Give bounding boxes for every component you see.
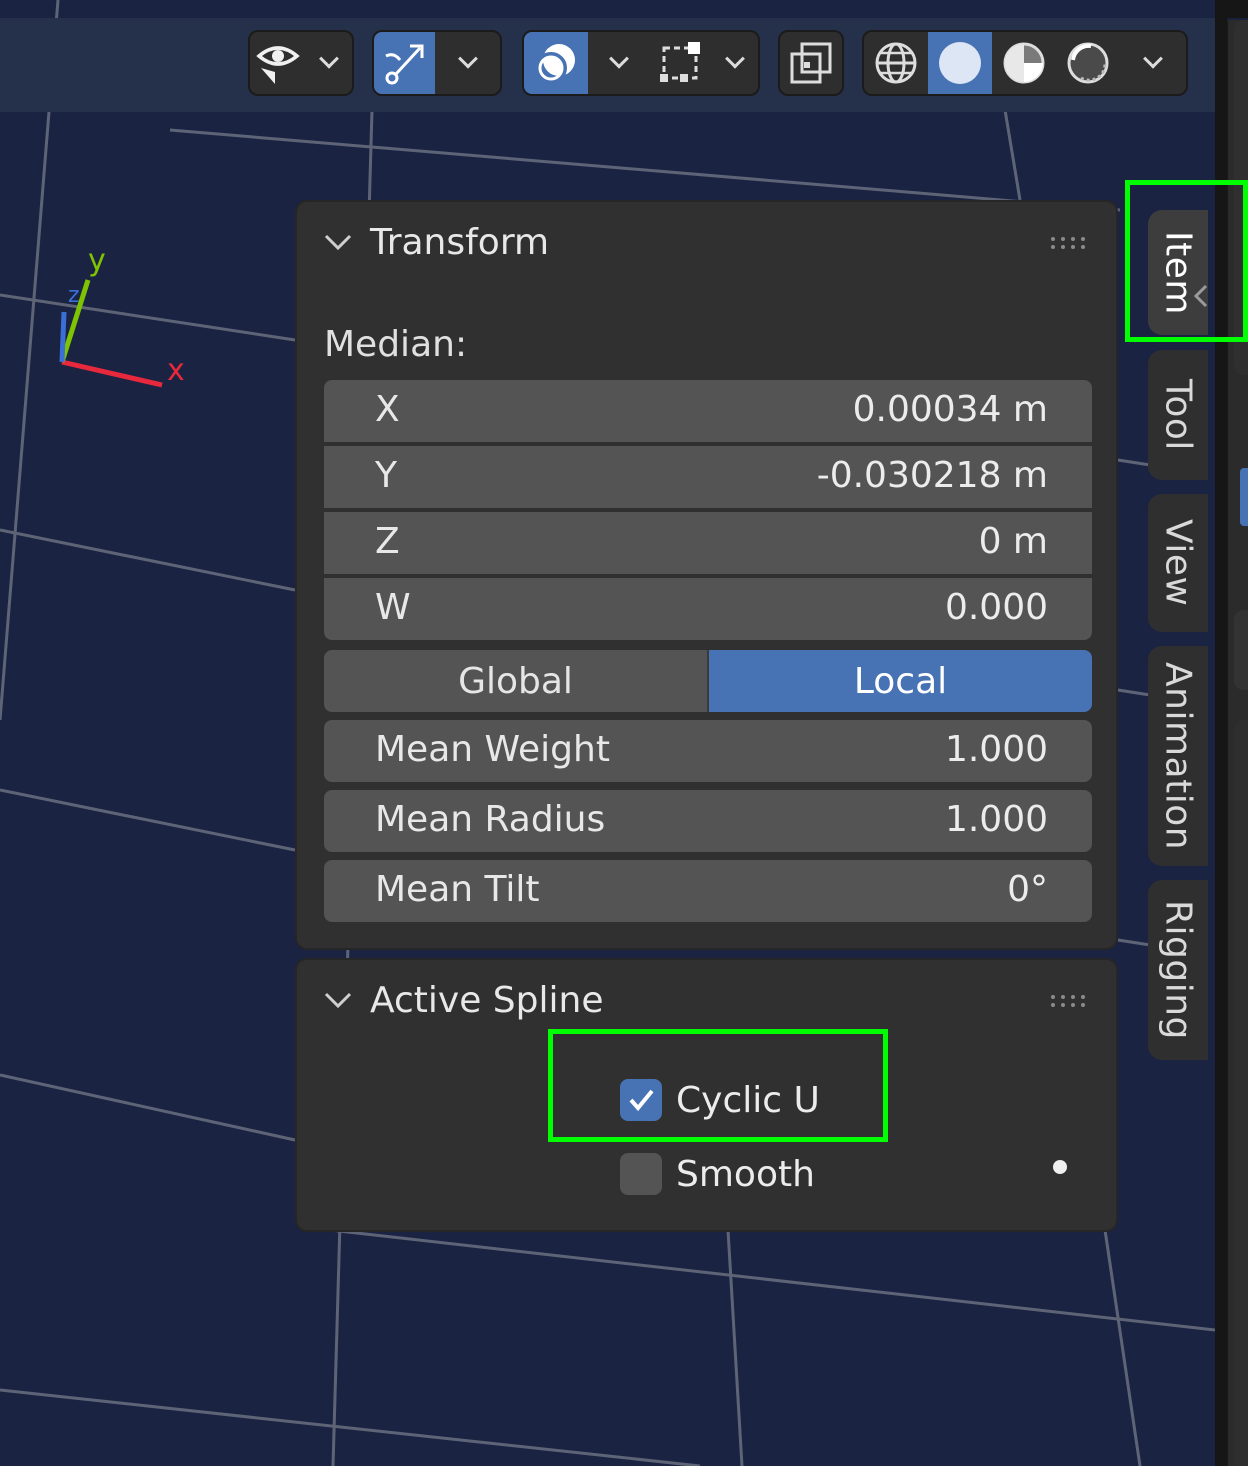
active-spline-panel-title: Active Spline — [370, 980, 604, 1021]
mean-weight-field[interactable]: Mean Weight 1.000 — [324, 720, 1092, 782]
collapse-sidebar-icon[interactable] — [1190, 284, 1214, 308]
transform-panel-title: Transform — [370, 222, 550, 263]
wireframe-shading-icon[interactable] — [864, 32, 928, 94]
chevron-down-icon[interactable] — [1120, 32, 1186, 94]
tab-rigging[interactable]: Rigging — [1148, 880, 1208, 1060]
properties-panel-block — [1234, 20, 1248, 375]
solid-shading-icon[interactable] — [928, 32, 992, 94]
tab-rigging-label: Rigging — [1157, 900, 1199, 1040]
rendered-shading-icon[interactable] — [1056, 32, 1120, 94]
chevron-down-icon[interactable] — [307, 32, 352, 94]
checkmark-icon — [629, 1089, 654, 1112]
z-axis-label: z — [68, 283, 80, 308]
cyclic-u-label: Cyclic U — [676, 1079, 820, 1121]
viewport-header — [0, 18, 1215, 112]
mean-radius-field[interactable]: Mean Radius 1.000 — [324, 790, 1092, 852]
gizmo-group — [372, 30, 502, 96]
median-z-field[interactable]: Z 0 m — [324, 512, 1092, 574]
cyclic-u-checkbox[interactable]: Cyclic U — [620, 1078, 820, 1122]
keyframe-dot-icon[interactable] — [1053, 1160, 1067, 1174]
field-value: 0.00034 m — [852, 389, 1048, 430]
chevron-down-icon[interactable] — [323, 990, 353, 1010]
tab-tool-label: Tool — [1157, 379, 1199, 451]
chevron-down-icon[interactable] — [435, 32, 500, 94]
overlay-icon[interactable] — [524, 32, 588, 94]
field-label: Mean Weight — [375, 729, 610, 770]
y-axis-label: y — [88, 243, 106, 278]
properties-selected-indicator — [1240, 468, 1248, 526]
field-label: Mean Radius — [375, 799, 606, 840]
checkbox-unchecked[interactable] — [620, 1153, 662, 1195]
median-x-field[interactable]: X 0.00034 m — [324, 380, 1092, 442]
transform-panel: Transform Median: X 0.00034 m Y -0.03021… — [295, 200, 1118, 950]
chevron-down-icon[interactable] — [712, 32, 758, 94]
field-value: 1.000 — [944, 729, 1048, 770]
median-label: Median: — [324, 324, 468, 365]
median-y-field[interactable]: Y -0.030218 m — [324, 446, 1092, 508]
tab-animation[interactable]: Animation — [1148, 646, 1208, 866]
visibility-eye-icon[interactable] — [250, 32, 307, 94]
transform-panel-header[interactable]: Transform — [297, 202, 1116, 282]
drag-grip-icon[interactable] — [1050, 994, 1086, 1008]
mean-tilt-field[interactable]: Mean Tilt 0° — [324, 860, 1092, 922]
tab-item[interactable]: Item — [1148, 210, 1208, 335]
properties-editor-edge — [1227, 20, 1248, 1466]
chevron-down-icon[interactable] — [323, 232, 353, 252]
field-value: 0.000 — [944, 587, 1048, 628]
median-w-field[interactable]: W 0.000 — [324, 578, 1092, 640]
gizmo-arrow-icon[interactable] — [374, 32, 436, 94]
field-label: W — [375, 587, 411, 628]
chevron-down-icon[interactable] — [588, 32, 650, 94]
field-value: 0 m — [978, 521, 1048, 562]
shading-group — [862, 30, 1188, 96]
active-spline-panel: Active Spline Cyclic U Smooth — [295, 958, 1118, 1232]
field-label: Y — [375, 455, 397, 496]
tab-tool[interactable]: Tool — [1148, 350, 1208, 480]
field-label: Z — [375, 521, 400, 562]
checkbox-checked[interactable] — [620, 1079, 662, 1121]
properties-panel-block — [1234, 610, 1248, 690]
drag-grip-icon[interactable] — [1050, 236, 1086, 250]
selection-box-icon[interactable] — [650, 32, 712, 94]
field-value: -0.030218 m — [816, 455, 1048, 496]
material-shading-icon[interactable] — [992, 32, 1056, 94]
smooth-label: Smooth — [676, 1153, 815, 1195]
field-value: 1.000 — [944, 799, 1048, 840]
active-spline-panel-header[interactable]: Active Spline — [297, 960, 1116, 1040]
field-value: 0° — [1007, 869, 1048, 910]
xray-group — [778, 30, 844, 96]
field-label: X — [375, 389, 400, 430]
region-separator — [1215, 0, 1227, 1466]
tab-animation-label: Animation — [1157, 661, 1199, 851]
xray-toggle-icon[interactable] — [780, 32, 842, 94]
visibility-group — [248, 30, 354, 96]
field-label: Mean Tilt — [375, 869, 540, 910]
x-axis-label: x — [167, 353, 185, 388]
tab-view[interactable]: View — [1148, 494, 1208, 632]
smooth-checkbox[interactable]: Smooth — [620, 1152, 815, 1196]
properties-panel-block — [1234, 720, 1248, 1466]
local-button[interactable]: Local — [707, 650, 1092, 712]
space-toggle: Global Local — [324, 650, 1092, 712]
axis-gizmo: x y z — [59, 243, 185, 388]
global-button[interactable]: Global — [324, 650, 707, 712]
overlay-group — [522, 30, 760, 96]
tab-view-label: View — [1157, 519, 1199, 607]
